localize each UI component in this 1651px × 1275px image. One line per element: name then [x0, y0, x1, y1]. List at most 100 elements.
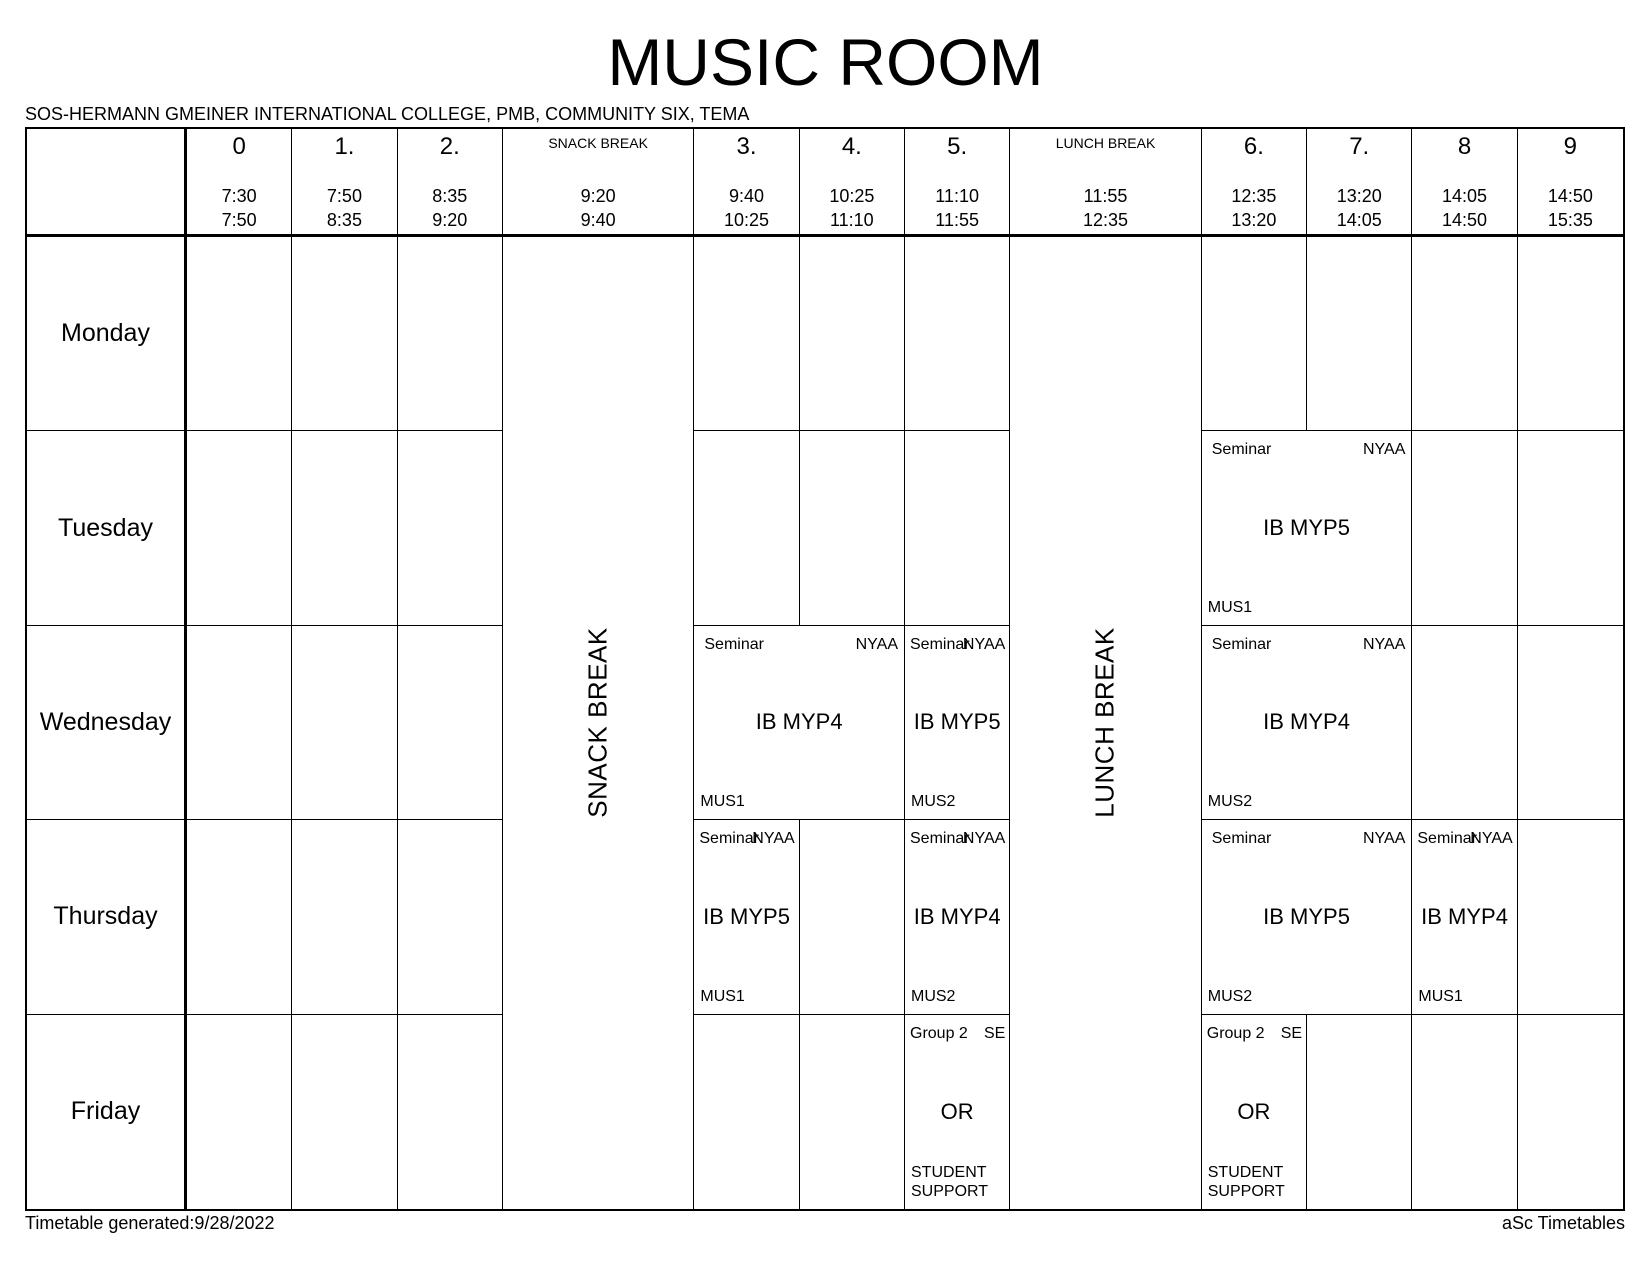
lesson-group: Group 2 — [1206, 1024, 1265, 1042]
period-header: 0 7:30 7:50 — [187, 129, 293, 237]
day-label: Tuesday — [27, 431, 187, 626]
timetable-grid: 0 7:30 7:50 1. 7:50 8:35 2. 8:35 9:20 SNACK BREAK… — [25, 127, 1625, 1211]
period-label: 9 — [1563, 133, 1578, 160]
period-time: 10:25 11:10 — [800, 184, 904, 232]
empty-cell — [397, 431, 503, 626]
empty-cell — [1201, 237, 1308, 432]
empty-cell — [1412, 237, 1518, 432]
period-end: 10:25 — [724, 210, 770, 230]
lesson-teacher: SE — [983, 1024, 1006, 1042]
day-label: Friday — [27, 1014, 187, 1209]
lesson-subject: MUS1 — [700, 793, 745, 811]
snack-break-label: SNACK BREAK — [582, 627, 613, 819]
lesson-cell[interactable]: Seminar NYAA IB MYP5 MUS1 — [694, 820, 800, 1015]
empty-cell — [1517, 820, 1623, 1015]
period-header: 4. 10:25 11:10 — [799, 129, 905, 237]
empty-cell — [1307, 1014, 1413, 1209]
period-time: 7:50 8:35 — [292, 184, 396, 232]
empty-cell — [397, 237, 503, 432]
lesson-class: IB MYP4 — [913, 903, 1001, 929]
period-start: 9:20 — [580, 186, 616, 206]
lesson-teacher: NYAA — [962, 830, 1006, 848]
lesson-group: Seminar — [699, 830, 759, 848]
lesson-subject: MUS1 — [1418, 987, 1463, 1005]
period-time: 7:30 7:50 — [187, 184, 291, 232]
lesson-cell[interactable]: Seminar NYAA IB MYP5 MUS2 — [905, 625, 1011, 821]
empty-cell — [292, 431, 398, 626]
period-start: 13:20 — [1336, 186, 1382, 206]
empty-cell — [1412, 625, 1518, 821]
empty-cell — [799, 237, 905, 432]
lesson-cell[interactable]: Seminar NYAA IB MYP4 MUS2 — [905, 820, 1011, 1015]
lesson-cell[interactable]: Seminar NYAA IB MYP4 MUS1 — [1412, 820, 1518, 1015]
empty-cell — [905, 237, 1011, 432]
lesson-teacher: NYAA — [1362, 635, 1406, 653]
empty-cell — [1518, 1015, 1623, 1209]
period-header: 7. 13:20 14:05 — [1307, 129, 1413, 237]
period-start: 7:30 — [221, 186, 257, 206]
period-end: 9:40 — [580, 210, 616, 230]
period-start: 11:10 — [935, 186, 980, 206]
period-time: 11:55 12:35 — [1010, 184, 1200, 232]
period-time: 11:10 11:55 — [905, 184, 1009, 232]
lesson-class: IB MYP5 — [913, 709, 1001, 735]
school-name: SOS-HERMANN GMEINER INTERNATIONAL COLLEG… — [25, 104, 750, 124]
lesson-teacher: NYAA — [855, 635, 898, 653]
lesson-teacher: NYAA — [1470, 830, 1513, 848]
period-start: 14:05 — [1442, 186, 1488, 206]
period-end: 11:10 — [829, 210, 874, 230]
empty-cell — [694, 1014, 800, 1209]
empty-cell — [187, 237, 293, 432]
lesson-subject: STUDENT SUPPORT — [1207, 1163, 1285, 1200]
period-end: 8:35 — [326, 210, 362, 230]
empty-cell — [397, 820, 503, 1015]
period-header: 2. 8:35 9:20 — [397, 129, 503, 237]
brand-label: aSc Timetables — [1501, 1213, 1625, 1233]
empty-cell — [1517, 237, 1623, 432]
period-end: 9:20 — [432, 210, 468, 230]
period-time: 9:40 10:25 — [694, 184, 798, 232]
empty-cell — [694, 431, 800, 626]
lunch-break-cell: LUNCH BREAK — [1010, 237, 1202, 1209]
empty-cell — [187, 625, 293, 821]
empty-cell — [1412, 431, 1518, 626]
empty-cell — [1412, 1014, 1518, 1209]
period-label: 4. — [841, 133, 862, 160]
lesson-group: Seminar — [910, 830, 970, 848]
period-label: 7. — [1349, 133, 1370, 160]
lesson-cell[interactable]: Seminar NYAA IB MYP4 MUS2 — [1201, 625, 1413, 821]
lesson-cell[interactable]: Seminar NYAA IB MYP5 MUS2 — [1201, 820, 1413, 1015]
period-end: 14:50 — [1442, 210, 1488, 230]
period-header: LUNCH BREAK 11:55 12:35 — [1010, 129, 1202, 237]
period-label: SNACK BREAK — [548, 135, 648, 151]
lesson-class: IB MYP5 — [1263, 903, 1350, 929]
period-label: LUNCH BREAK — [1055, 135, 1156, 151]
lesson-group: Seminar — [1211, 635, 1272, 653]
period-end: 11:55 — [935, 210, 980, 230]
period-start: 12:35 — [1231, 186, 1277, 206]
period-end: 15:35 — [1547, 210, 1593, 230]
lesson-class: OR — [1237, 1098, 1271, 1124]
period-start: 9:40 — [729, 186, 765, 206]
period-header: 5. 11:10 11:55 — [905, 129, 1011, 237]
period-end: 14:05 — [1336, 210, 1382, 230]
empty-cell — [799, 431, 905, 626]
empty-cell — [397, 625, 503, 821]
lesson-cell[interactable]: Seminar NYAA IB MYP4 MUS1 — [694, 625, 905, 821]
period-start: 10:25 — [829, 186, 875, 206]
period-start: 14:50 — [1547, 186, 1593, 206]
lesson-subject: MUS2 — [911, 987, 956, 1005]
lesson-class: IB MYP5 — [1263, 515, 1350, 541]
period-header: SNACK BREAK 9:20 9:40 — [502, 129, 695, 237]
lesson-cell[interactable]: Seminar NYAA IB MYP5 MUS1 — [1201, 431, 1413, 626]
period-time: 12:35 13:20 — [1202, 184, 1306, 232]
lesson-cell[interactable]: Group 2 SE OR STUDENT SUPPORT — [1202, 1014, 1308, 1209]
period-start: 7:50 — [326, 186, 362, 206]
day-label: Wednesday — [27, 625, 187, 821]
snack-break-cell: SNACK BREAK — [503, 237, 695, 1209]
empty-cell — [292, 237, 398, 432]
page-title: MUSIC ROOM — [607, 25, 1044, 99]
lesson-cell[interactable]: Group 2 SE OR STUDENT SUPPORT — [905, 1014, 1011, 1209]
lesson-teacher: SE — [1280, 1024, 1303, 1042]
lesson-teacher: NYAA — [1362, 441, 1406, 459]
